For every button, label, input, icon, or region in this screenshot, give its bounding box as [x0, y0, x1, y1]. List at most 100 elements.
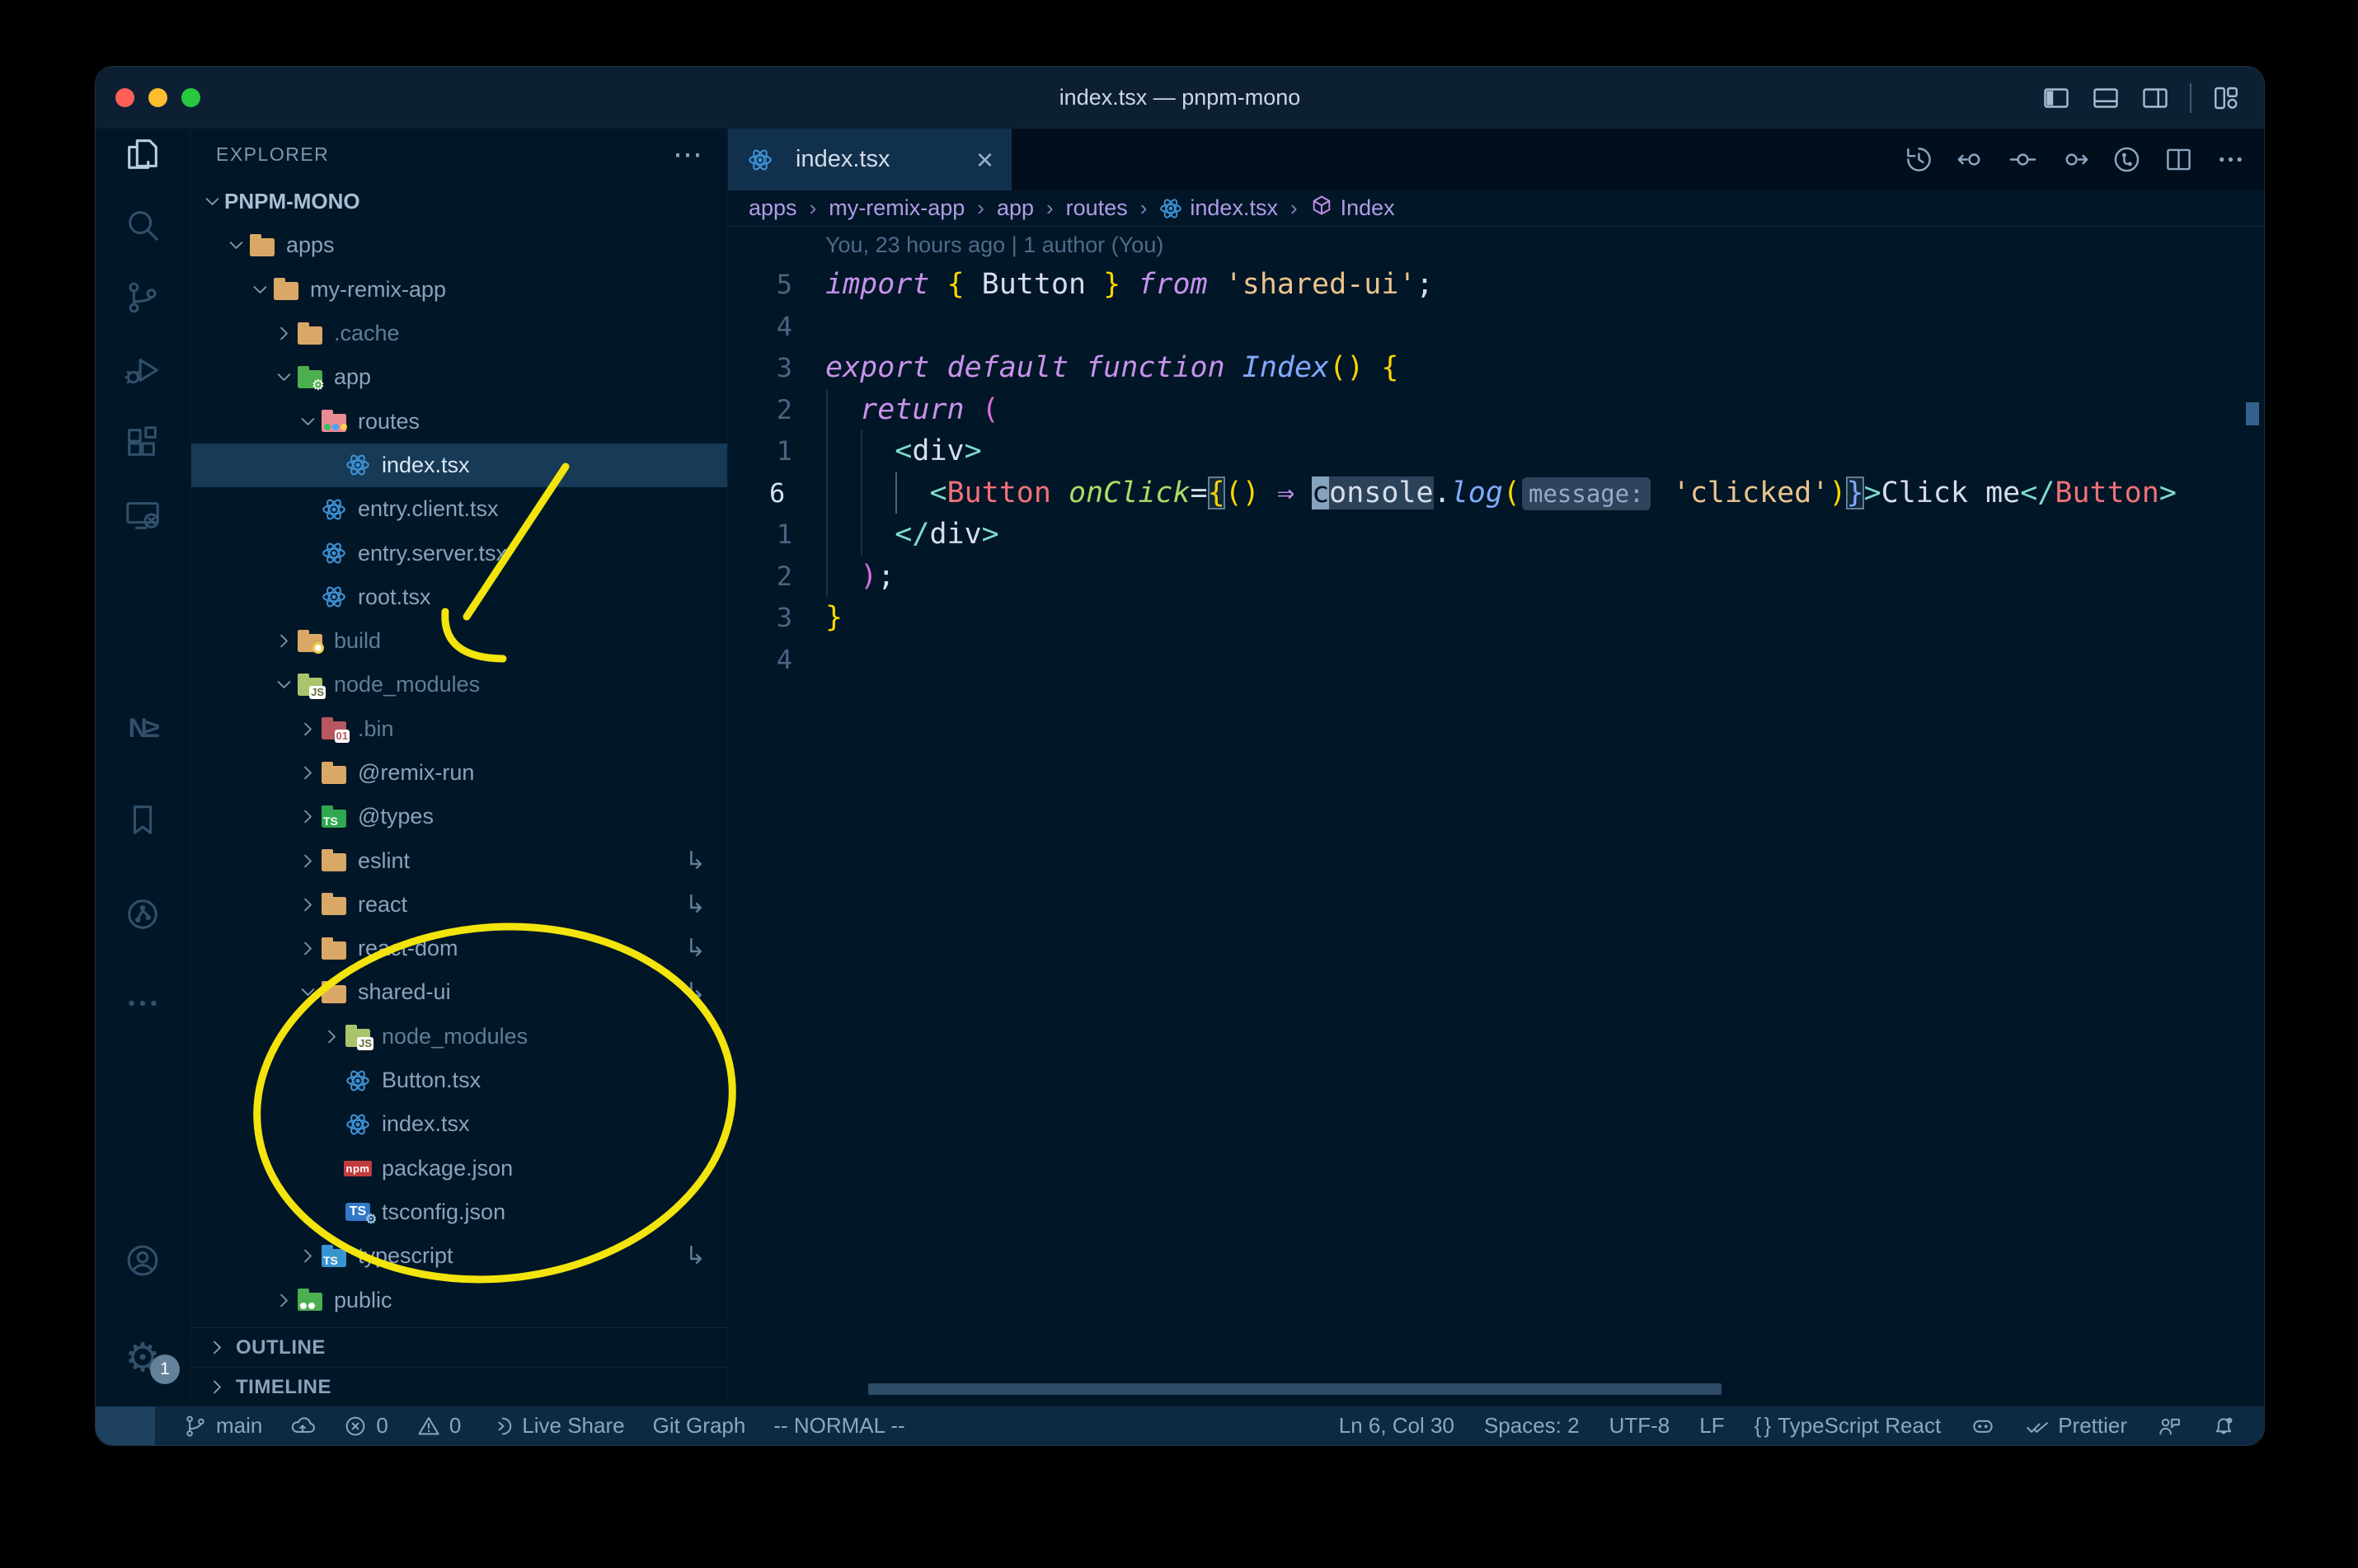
status-vim-mode[interactable]: -- NORMAL -- — [773, 1406, 904, 1445]
zoom-button[interactable] — [181, 88, 200, 107]
chevron-down-icon[interactable] — [200, 190, 224, 214]
chevron-down-icon[interactable] — [271, 673, 296, 697]
current-change-icon[interactable] — [2008, 144, 2038, 175]
chevron-right-icon[interactable] — [295, 1244, 320, 1269]
toggle-primary-sidebar-icon[interactable] — [2041, 83, 2071, 113]
activity-explorer[interactable] — [96, 129, 190, 180]
chevron-down-icon[interactable] — [247, 277, 272, 302]
remote-indicator[interactable] — [96, 1406, 155, 1445]
next-change-icon[interactable] — [2060, 144, 2090, 175]
breadcrumb-item-app[interactable]: app — [997, 195, 1034, 221]
chevron-right-icon[interactable] — [295, 805, 320, 829]
breadcrumb-item-index[interactable]: Index — [1310, 194, 1395, 223]
activity-remote-explorer[interactable] — [96, 490, 190, 541]
timeline-history-icon[interactable] — [1904, 144, 1934, 175]
chevron-right-icon[interactable] — [271, 629, 296, 654]
tree-item-react-dom[interactable]: react-dom ↳ — [191, 927, 727, 970]
chevron-down-icon[interactable] — [271, 365, 296, 390]
chevron-right-icon[interactable] — [295, 848, 320, 873]
chevron-right-icon[interactable] — [295, 716, 320, 741]
more-icon[interactable] — [2215, 144, 2246, 175]
status-publish[interactable] — [290, 1406, 316, 1445]
customize-layout-icon[interactable] — [2211, 83, 2241, 113]
close-button[interactable] — [115, 88, 134, 107]
section-outline[interactable]: OUTLINE — [191, 1327, 727, 1367]
status-branch[interactable]: main — [183, 1406, 262, 1445]
chevron-right-icon[interactable] — [271, 1288, 296, 1312]
breadcrumb-item-my-remix-app[interactable]: my-remix-app — [829, 195, 965, 221]
prev-change-icon[interactable] — [1956, 144, 1986, 175]
chevron-right-icon[interactable] — [295, 761, 320, 786]
tree-item-remix-run[interactable]: @remix-run — [191, 751, 727, 795]
breadcrumb-item-index-tsx[interactable]: index.tsx — [1159, 195, 1278, 221]
section-timeline[interactable]: TIMELINE — [191, 1367, 727, 1406]
status-git-graph[interactable]: Git Graph — [653, 1406, 746, 1445]
breadcrumb-item-apps[interactable]: apps — [749, 195, 797, 221]
chevron-down-icon[interactable] — [295, 409, 320, 434]
git-circle-icon[interactable] — [2111, 144, 2142, 175]
activity-more[interactable] — [96, 978, 190, 1029]
status-language-mode[interactable]: { } TypeScript React — [1754, 1406, 1942, 1445]
tree-item-index-tsx[interactable]: index.tsx — [191, 1102, 727, 1146]
status-indentation[interactable]: Spaces: 2 — [1484, 1406, 1580, 1445]
tree-item-pnpm-mono[interactable]: PNPM-MONO — [191, 180, 727, 223]
status-errors[interactable]: 0 — [343, 1406, 388, 1445]
minimize-button[interactable] — [148, 88, 167, 107]
activity-nx-console[interactable]: N≥ — [96, 702, 190, 753]
tree-item-routes[interactable]: routes — [191, 399, 727, 443]
activity-account[interactable] — [96, 1235, 190, 1286]
status-eol[interactable]: LF — [1699, 1406, 1724, 1445]
tree-item-types[interactable]: TS @types — [191, 795, 727, 838]
tree-item-tsconfig-json[interactable]: TS ⚙ tsconfig.json — [191, 1190, 727, 1234]
activity-search[interactable] — [96, 200, 190, 251]
tree-item-entry-client-tsx[interactable]: entry.client.tsx — [191, 487, 727, 531]
more-actions-icon[interactable]: ⋯ — [673, 139, 702, 169]
split-editor-icon[interactable] — [2163, 144, 2194, 175]
status-formatter[interactable]: Prettier — [2025, 1406, 2127, 1445]
status-feedback[interactable] — [2157, 1406, 2182, 1445]
status-copilot[interactable] — [1970, 1406, 1995, 1445]
activity-git-graph[interactable] — [96, 889, 190, 940]
tree-item-public[interactable]: public — [191, 1278, 727, 1322]
status-cursor-position[interactable]: Ln 6, Col 30 — [1339, 1406, 1454, 1445]
activity-settings[interactable]: ⚙ 1 — [96, 1333, 190, 1384]
tab-index-tsx[interactable]: index.tsx × — [728, 129, 1012, 190]
tree-item-index-tsx[interactable]: index.tsx — [191, 443, 727, 488]
activity-extensions[interactable] — [96, 417, 190, 468]
status-warnings[interactable]: 0 — [416, 1406, 461, 1445]
tree-item-node-modules[interactable]: JS node_modules — [191, 663, 727, 707]
tree-item-node-modules[interactable]: JS node_modules — [191, 1015, 727, 1059]
tree-item-typescript[interactable]: TS typescript ↳ — [191, 1234, 727, 1278]
tree-item-app[interactable]: ⚙ app — [191, 355, 727, 399]
chevron-down-icon[interactable] — [223, 233, 248, 258]
tree-item-shared-ui[interactable]: shared-ui ↳ — [191, 970, 727, 1014]
breadcrumb-item-routes[interactable]: routes — [1066, 195, 1128, 221]
tree-item-cache[interactable]: .cache — [191, 312, 727, 355]
tree-item-root-tsx[interactable]: root.tsx — [191, 575, 727, 619]
chevron-right-icon[interactable] — [319, 1024, 344, 1049]
toggle-panel-icon[interactable] — [2091, 83, 2121, 113]
tree-item-button-tsx[interactable]: Button.tsx — [191, 1059, 727, 1102]
chevron-down-icon[interactable] — [295, 980, 320, 1005]
status-encoding[interactable]: UTF-8 — [1609, 1406, 1670, 1445]
chevron-right-icon[interactable] — [271, 322, 296, 346]
close-icon[interactable]: × — [976, 144, 993, 175]
tree-item-eslint[interactable]: eslint ↳ — [191, 838, 727, 882]
chevron-right-icon[interactable] — [295, 892, 320, 917]
status-notifications[interactable] — [2211, 1406, 2236, 1445]
horizontal-scrollbar[interactable] — [868, 1383, 1722, 1395]
activity-run-debug[interactable] — [96, 345, 190, 396]
chevron-right-icon[interactable] — [295, 937, 320, 961]
tree-item-entry-server-tsx[interactable]: entry.server.tsx — [191, 531, 727, 575]
activity-bookmarks[interactable] — [96, 795, 190, 846]
tree-item-my-remix-app[interactable]: my-remix-app — [191, 268, 727, 312]
activity-source-control[interactable] — [96, 272, 190, 323]
toggle-secondary-sidebar-icon[interactable] — [2140, 83, 2170, 113]
tree-item-apps[interactable]: apps — [191, 223, 727, 267]
tree-item-react[interactable]: react ↳ — [191, 883, 727, 927]
tree-item-build[interactable]: build — [191, 619, 727, 663]
tree-item-bin[interactable]: 01 .bin — [191, 707, 727, 751]
breadcrumb-separator: › — [1046, 195, 1054, 220]
tree-item-package-json[interactable]: npm package.json — [191, 1147, 727, 1190]
status-live-share[interactable]: Live Share — [489, 1406, 625, 1445]
